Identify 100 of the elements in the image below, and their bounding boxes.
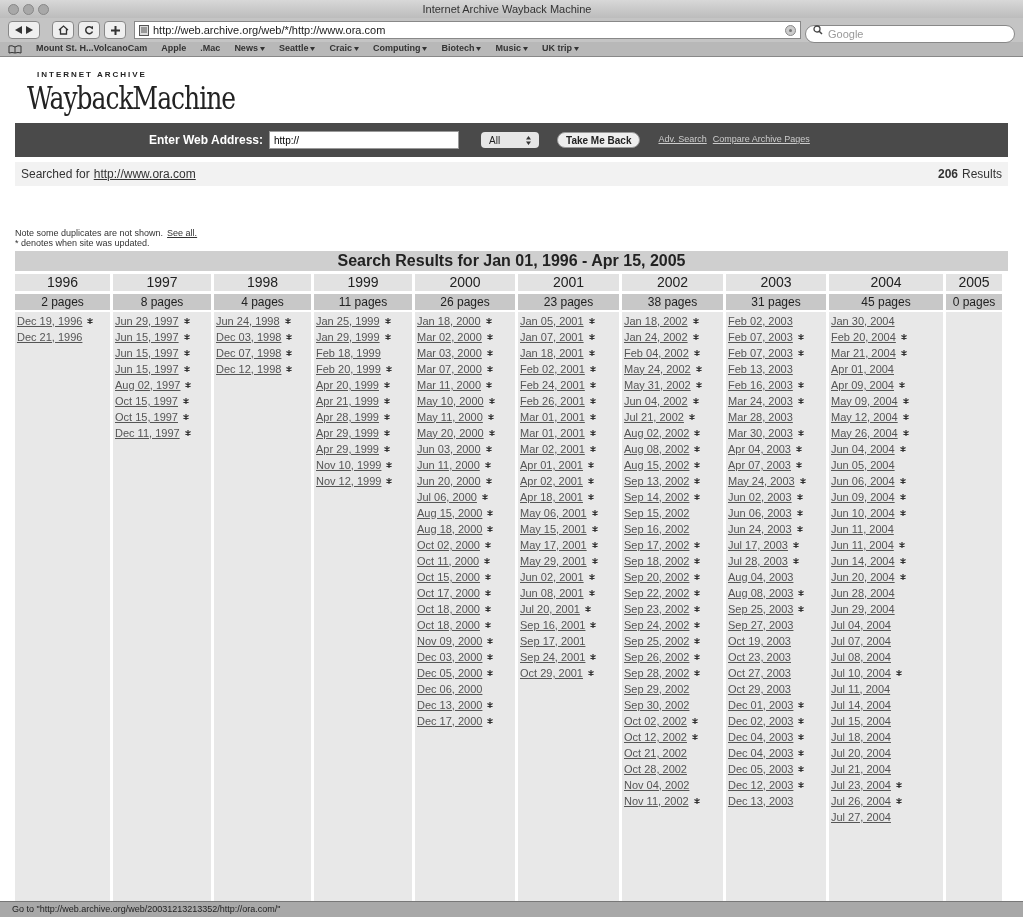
capture-date-link[interactable]: Apr 01, 2004 [831,362,894,376]
capture-date-link[interactable]: Jul 06, 2000 [417,490,477,504]
capture-date-link[interactable]: May 26, 2004 [831,426,898,440]
capture-date-link[interactable]: Oct 11, 2000 [417,554,480,568]
capture-date-link[interactable]: May 24, 2002 [624,362,691,376]
capture-date-link[interactable]: Sep 28, 2002 [624,666,690,680]
capture-date-link[interactable]: Oct 15, 2000 [417,570,480,584]
capture-date-link[interactable]: Jun 10, 2004 [831,506,895,520]
capture-date-link[interactable]: Jul 07, 2004 [831,634,891,648]
capture-date-link[interactable]: Feb 13, 2003 [728,362,793,376]
capture-date-link[interactable]: Oct 21, 2002 [624,746,687,760]
capture-date-link[interactable]: Dec 01, 2003 [728,698,794,712]
capture-date-link[interactable]: Jun 29, 2004 [831,602,895,616]
web-address-input[interactable]: http:// [269,131,460,149]
capture-date-link[interactable]: Oct 15, 1997 [115,410,178,424]
capture-date-link[interactable]: Oct 18, 2000 [417,602,480,616]
capture-date-link[interactable]: Mar 30, 2003 [728,426,793,440]
capture-date-link[interactable]: Mar 28, 2003 [728,410,793,424]
bookmark-item[interactable]: News [234,42,265,56]
capture-date-link[interactable]: Feb 16, 2003 [728,378,793,392]
capture-date-link[interactable]: Jun 20, 2004 [831,570,895,584]
capture-date-link[interactable]: Sep 13, 2002 [624,474,690,488]
capture-date-link[interactable]: Dec 03, 1998 [216,330,282,344]
capture-date-link[interactable]: Sep 16, 2001 [520,618,586,632]
capture-date-link[interactable]: Jun 02, 2003 [728,490,792,504]
capture-date-link[interactable]: Jun 11, 2004 [831,522,894,536]
capture-date-link[interactable]: Jun 06, 2003 [728,506,792,520]
capture-date-link[interactable]: Sep 14, 2002 [624,490,690,504]
capture-date-link[interactable]: Dec 05, 2000 [417,666,483,680]
home-button[interactable] [52,21,74,39]
capture-date-link[interactable]: Jul 18, 2004 [831,730,891,744]
take-me-back-button[interactable]: Take Me Back [557,132,641,148]
bookmark-item[interactable]: Apple [161,42,187,56]
capture-date-link[interactable]: Apr 07, 2003 [728,458,791,472]
capture-date-link[interactable]: May 12, 2004 [831,410,898,424]
capture-date-link[interactable]: Oct 27, 2003 [728,666,791,680]
capture-date-link[interactable]: Apr 18, 2001 [520,490,583,504]
capture-date-link[interactable]: Oct 15, 1997 [115,394,178,408]
capture-date-link[interactable]: Jan 18, 2002 [624,314,688,328]
wayback-logo[interactable]: WaybackMachine [27,81,236,116]
capture-date-link[interactable]: Oct 02, 2002 [624,714,687,728]
capture-date-link[interactable]: Jun 11, 2004 [831,538,894,552]
capture-date-link[interactable]: Jun 02, 2001 [520,570,584,584]
nav-link[interactable]: Adv. Search [658,133,707,147]
bookmark-item[interactable]: Seattle [278,42,316,56]
capture-date-link[interactable]: Dec 03, 2000 [417,650,483,664]
capture-date-link[interactable]: Apr 01, 2001 [520,458,583,472]
back-forward-button[interactable] [8,21,40,39]
capture-date-link[interactable]: Apr 29, 1999 [316,426,379,440]
capture-date-link[interactable]: Aug 02, 1997 [115,378,181,392]
capture-date-link[interactable]: Sep 29, 2002 [624,682,690,696]
reload-button[interactable] [78,21,100,39]
capture-date-link[interactable]: Aug 04, 2003 [728,570,794,584]
capture-date-link[interactable]: Feb 26, 2001 [520,394,585,408]
capture-date-link[interactable]: Jun 15, 1997 [115,362,179,376]
capture-date-link[interactable]: Nov 11, 2002 [624,794,689,808]
capture-date-link[interactable]: May 15, 2001 [520,522,587,536]
capture-date-link[interactable]: Sep 30, 2002 [624,698,690,712]
capture-date-link[interactable]: Jan 30, 2004 [831,314,895,328]
capture-date-link[interactable]: Jun 03, 2000 [417,442,481,456]
capture-date-link[interactable]: May 20, 2000 [417,426,484,440]
capture-date-link[interactable]: Nov 12, 1999 [316,474,382,488]
capture-date-link[interactable]: Jul 08, 2004 [831,650,891,664]
capture-date-link[interactable]: Apr 09, 2004 [831,378,894,392]
capture-date-link[interactable]: Apr 04, 2003 [728,442,791,456]
capture-date-link[interactable]: Apr 02, 2001 [520,474,583,488]
capture-date-link[interactable]: Jun 06, 2004 [831,474,895,488]
capture-date-link[interactable]: Sep 18, 2002 [624,554,690,568]
capture-date-link[interactable]: Jun 24, 2003 [728,522,792,536]
capture-date-link[interactable]: Jan 25, 1999 [316,314,380,328]
capture-date-link[interactable]: Jan 18, 2000 [417,314,481,328]
see-all-link[interactable]: See all. [167,228,198,238]
capture-date-link[interactable]: Jan 18, 2001 [520,346,584,360]
capture-date-link[interactable]: Jul 10, 2004 [831,666,891,680]
capture-date-link[interactable]: Oct 19, 2003 [728,634,791,648]
capture-date-link[interactable]: Oct 29, 2003 [728,682,791,696]
capture-date-link[interactable]: Dec 21, 1996 [17,330,83,344]
add-bookmark-button[interactable] [104,21,126,39]
scope-select[interactable]: All [481,132,540,148]
capture-date-link[interactable]: Mar 21, 2004 [831,346,896,360]
bookmark-item[interactable]: Computing [372,42,428,56]
capture-date-link[interactable]: Sep 15, 2002 [624,506,690,520]
capture-date-link[interactable]: Aug 18, 2000 [417,522,483,536]
capture-date-link[interactable]: Feb 24, 2001 [520,378,585,392]
capture-date-link[interactable]: Mar 11, 2000 [417,378,481,392]
capture-date-link[interactable]: Jun 29, 1997 [115,314,179,328]
capture-date-link[interactable]: Jul 21, 2002 [624,410,684,424]
capture-date-link[interactable]: Jul 26, 2004 [831,794,891,808]
capture-date-link[interactable]: Feb 20, 2004 [831,330,896,344]
capture-date-link[interactable]: Jan 24, 2002 [624,330,688,344]
capture-date-link[interactable]: May 09, 2004 [831,394,898,408]
capture-date-link[interactable]: Oct 12, 2002 [624,730,687,744]
capture-date-link[interactable]: Feb 04, 2002 [624,346,689,360]
capture-date-link[interactable]: May 06, 2001 [520,506,587,520]
searched-url-link[interactable]: http://www.ora.com [93,165,196,183]
capture-date-link[interactable]: Oct 02, 2000 [417,538,480,552]
capture-date-link[interactable]: Dec 13, 2000 [417,698,483,712]
capture-date-link[interactable]: Jul 11, 2004 [831,682,891,696]
capture-date-link[interactable]: Dec 02, 2003 [728,714,794,728]
capture-date-link[interactable]: Jun 20, 2000 [417,474,481,488]
